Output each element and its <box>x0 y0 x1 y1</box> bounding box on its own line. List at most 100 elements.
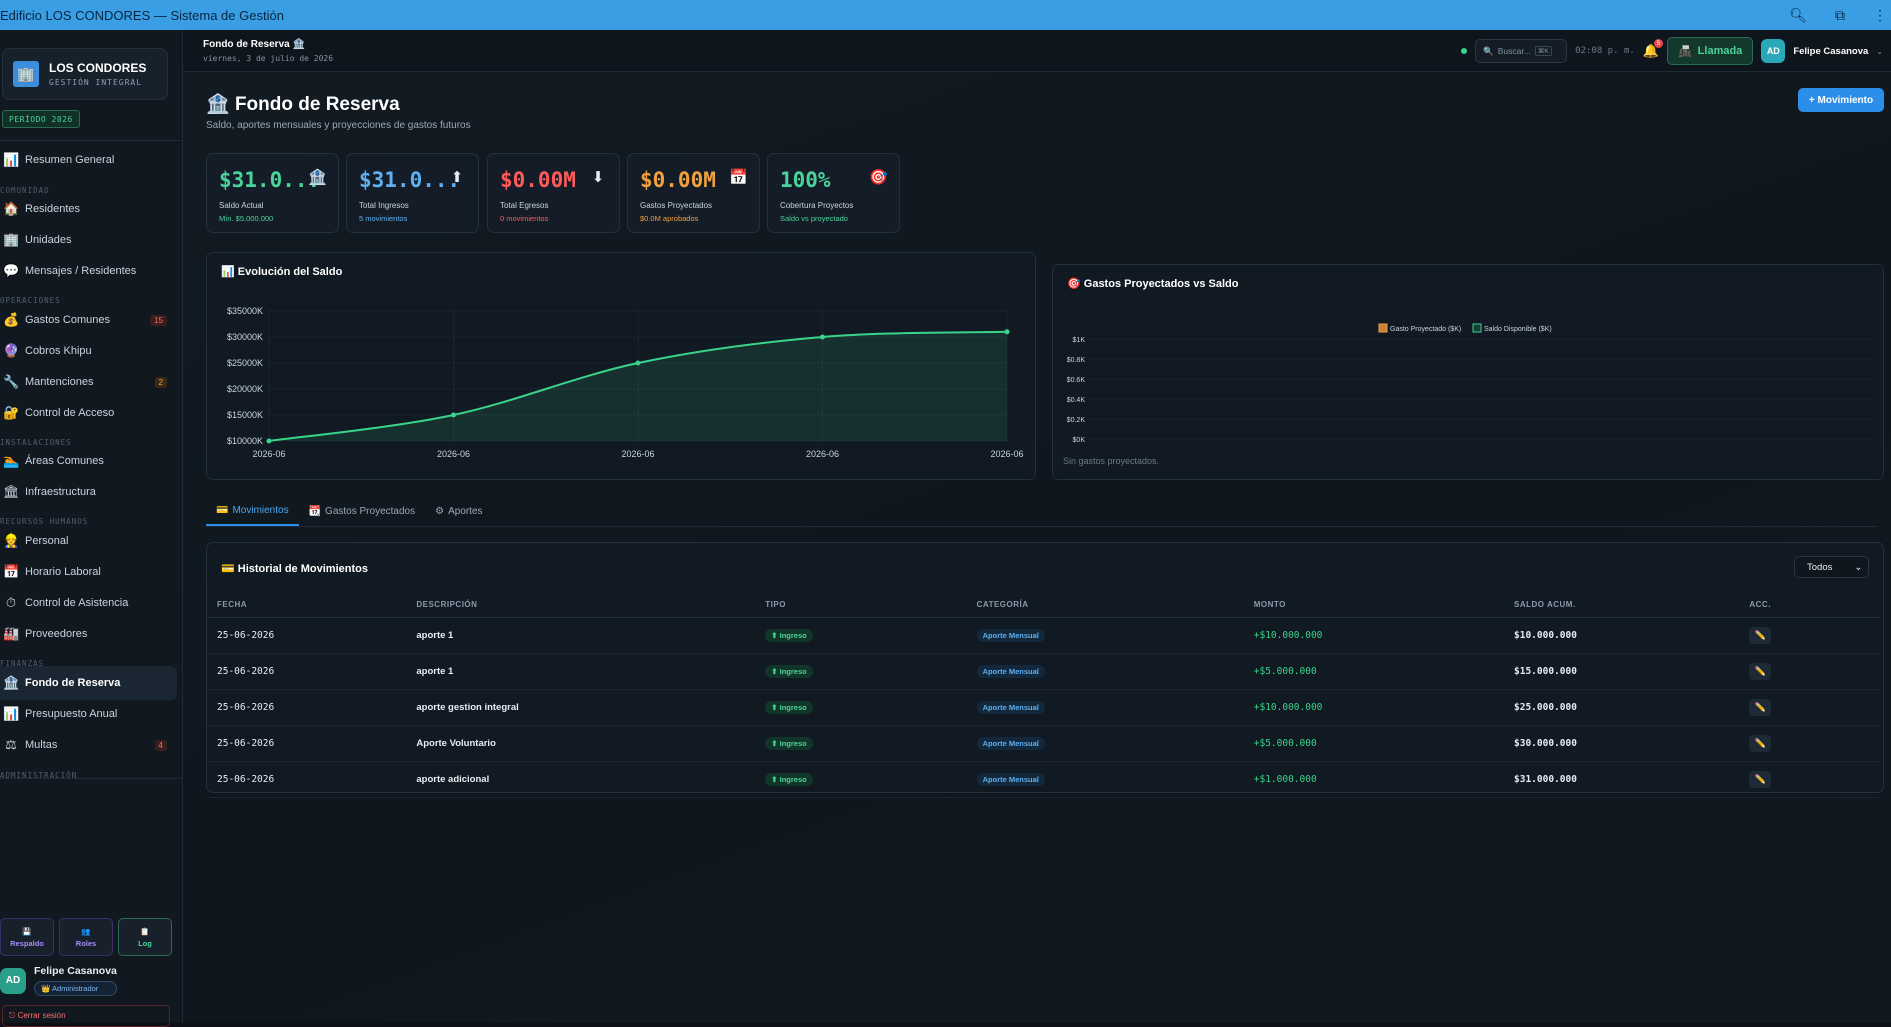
extensions-icon[interactable]: ⧉ <box>1835 7 1845 24</box>
sidebar-item-fondo-reserva[interactable]: 🏦 Fondo de Reserva <box>0 666 177 700</box>
sidebar: 🏢 LOS CONDORES GESTIÓN INTEGRAL PERÍODO … <box>0 30 183 1027</box>
cell-categoria: Aporte Mensual <box>976 689 1254 726</box>
cell-acciones: ✏️ <box>1749 653 1879 690</box>
projected-chart-panel: 🎯 Gastos Proyectados vs Saldo $0K $0.2K $0… <box>1052 264 1884 480</box>
table-row[interactable]: 25-06-2026 aporte 1 ⬆ Ingreso Aporte Men… <box>207 653 1879 690</box>
data-point[interactable] <box>1004 329 1010 335</box>
user-name[interactable]: Felipe Casanova <box>1793 46 1868 57</box>
stat-value: $31.0... <box>219 168 321 192</box>
sidebar-item-unidades[interactable]: 🏢 Unidades <box>0 223 177 257</box>
data-point[interactable] <box>266 438 272 444</box>
sidebar-item-resumen[interactable]: 📊 Resumen General <box>0 143 177 177</box>
count-badge: 4 <box>154 739 167 751</box>
filter-select[interactable]: Todos ⌄ <box>1794 556 1869 578</box>
edit-icon[interactable]: ✏️ <box>1749 626 1772 644</box>
data-point[interactable] <box>635 360 641 366</box>
cell-saldo: $15.000.000 <box>1514 653 1750 690</box>
balance-area-chart: $10000K $15000K $20000K $25000K $30000K $3500… <box>227 306 1024 459</box>
table-row[interactable]: 25-06-2026 aporte adicional ⬆ Ingreso Ap… <box>207 761 1879 798</box>
cell-categoria: Aporte Mensual <box>976 617 1254 654</box>
sidebar-item-areas-comunes[interactable]: 🏊 Áreas Comunes <box>0 444 177 478</box>
phone-icon: 📠 <box>1677 45 1692 58</box>
edit-icon[interactable]: ✏️ <box>1749 734 1772 752</box>
stat-sub: $0.0M aprobados <box>640 214 699 223</box>
y-tick-label: $20000K <box>227 384 263 394</box>
sidebar-item-horario-laboral[interactable]: 📅 Horario Laboral <box>0 555 177 589</box>
cell-descripcion: aporte 1 <box>416 653 766 690</box>
divider <box>206 526 1878 527</box>
sidebar-item-mensajes[interactable]: 💬 Mensajes / Residentes <box>0 254 177 288</box>
category-badge: Aporte Mensual <box>976 700 1045 714</box>
arrow-down-icon: ⬇ <box>591 169 605 186</box>
y-tick-label: $30000K <box>227 332 263 342</box>
sidebar-item-presupuesto-anual[interactable]: 📊 Presupuesto Anual <box>0 697 177 731</box>
avatar[interactable]: AD <box>0 967 26 994</box>
sidebar-item-mantenciones[interactable]: 🔧 Mantenciones 2 <box>0 365 177 399</box>
edit-icon[interactable]: ✏️ <box>1749 770 1772 788</box>
table-row[interactable]: 25-06-2026 aporte 1 ⬆ Ingreso Aporte Men… <box>207 617 1879 654</box>
y-tick-label: $15000K <box>227 410 263 420</box>
tab-gastos-proyectados[interactable]: 📆 Gastos Proyectados <box>299 496 426 526</box>
chevron-down-icon[interactable]: ⌄ <box>1876 47 1891 56</box>
table-header: FECHA DESCRIPCIÓN TIPO CATEGORÍA MONTO SALDO … <box>207 592 1879 618</box>
sidebar-item-cobros-khipu[interactable]: 🔮 Cobros Khipu <box>0 334 177 368</box>
search-input[interactable]: 🔍 Buscar... ⌘K <box>1475 39 1568 63</box>
x-tick-label: 2026-06 <box>621 449 654 459</box>
tab-movimientos[interactable]: 💳 Movimientos <box>206 496 299 526</box>
sidebar-item-proveedores[interactable]: 🏭 Proveedores <box>0 617 177 651</box>
sidebar-item-personal[interactable]: 👷 Personal <box>0 524 177 558</box>
type-badge: ⬆ Ingreso <box>765 664 813 678</box>
stat-label: Gastos Proyectados <box>640 201 713 210</box>
bell-icon[interactable]: 🔔 5 <box>1643 39 1663 59</box>
column-header: DESCRIPCIÓN <box>416 592 766 618</box>
respaldo-button[interactable]: 💾 Respaldo <box>0 918 54 956</box>
y-tick-label: $0.8K <box>1067 357 1086 364</box>
stat-sub: Mín. $5.000.000 <box>219 214 274 223</box>
stat-label: Total Egresos <box>500 201 549 210</box>
add-movement-button[interactable]: + Movimiento <box>1798 88 1884 112</box>
roles-button[interactable]: 👥 Roles <box>59 918 113 956</box>
sidebar-item-multas[interactable]: ⚖ Multas 4 <box>0 728 177 762</box>
category-badge: Aporte Mensual <box>976 664 1045 678</box>
more-icon[interactable]: ⋮ <box>1873 7 1887 24</box>
zoom-icon[interactable]: 🔍︎ <box>1789 7 1807 24</box>
data-point[interactable] <box>820 334 825 340</box>
table-row[interactable]: 25-06-2026 aporte gestion integral ⬆ Ing… <box>207 689 1879 726</box>
target-icon: 🎯 <box>869 169 888 186</box>
calendar-icon: 📆 <box>308 505 322 517</box>
gem-icon: 🔮 <box>3 343 20 358</box>
page-title: 🏦 Fondo de Reserva <box>206 94 400 115</box>
tab-aportes[interactable]: ⚙ Aportes <box>425 496 492 526</box>
type-badge: ⬆ Ingreso <box>765 736 813 750</box>
stat-sub: Saldo vs proyectado <box>780 214 848 223</box>
log-button[interactable]: 📋 Log <box>118 918 172 956</box>
cell-acciones: ✏️ <box>1749 689 1879 726</box>
edit-icon[interactable]: ✏️ <box>1749 698 1772 716</box>
stat-label: Total Ingresos <box>359 201 409 210</box>
period-badge: PERÍODO 2026 <box>2 110 80 128</box>
column-header: CATEGORÍA <box>976 592 1254 618</box>
edit-icon[interactable]: ✏️ <box>1749 662 1772 680</box>
bank-icon: 🏦 <box>206 94 230 115</box>
building-logo-icon: 🏢 <box>13 61 39 87</box>
avatar[interactable]: AD <box>1761 39 1786 63</box>
legend-swatch <box>1378 323 1388 333</box>
sidebar-item-gastos-comunes[interactable]: 💰 Gastos Comunes 15 <box>0 303 177 337</box>
sidebar-item-control-asistencia[interactable]: ⏱ Control de Asistencia <box>0 586 177 620</box>
brand[interactable]: 🏢 LOS CONDORES GESTIÓN INTEGRAL <box>2 48 168 100</box>
brand-subtitle: GESTIÓN INTEGRAL <box>49 78 143 87</box>
data-point[interactable] <box>451 412 456 418</box>
cell-tipo: ⬆ Ingreso <box>765 725 977 762</box>
stat-label: Saldo Actual <box>219 201 264 210</box>
stopwatch-icon: ⏱ <box>5 595 17 610</box>
page-subtitle: Saldo, aportes mensuales y proyecciones … <box>206 120 471 131</box>
sidebar-item-residentes[interactable]: 🏠 Residentes <box>0 192 177 226</box>
sidebar-item-control-acceso[interactable]: 🔐 Control de Acceso <box>0 396 177 430</box>
gear-icon: ⚙ <box>435 505 445 517</box>
logout-button[interactable]: ⎋ Cerrar sesión <box>2 1005 170 1027</box>
table-row[interactable]: 25-06-2026 Aporte Voluntario ⬆ Ingreso A… <box>207 725 1879 762</box>
sidebar-item-infraestructura[interactable]: 🏛 Infraestructura <box>0 475 177 509</box>
cell-acciones: ✏️ <box>1749 761 1879 798</box>
call-button[interactable]: 📠 Llamada <box>1666 37 1754 65</box>
y-tick-label: $25000K <box>227 358 263 368</box>
